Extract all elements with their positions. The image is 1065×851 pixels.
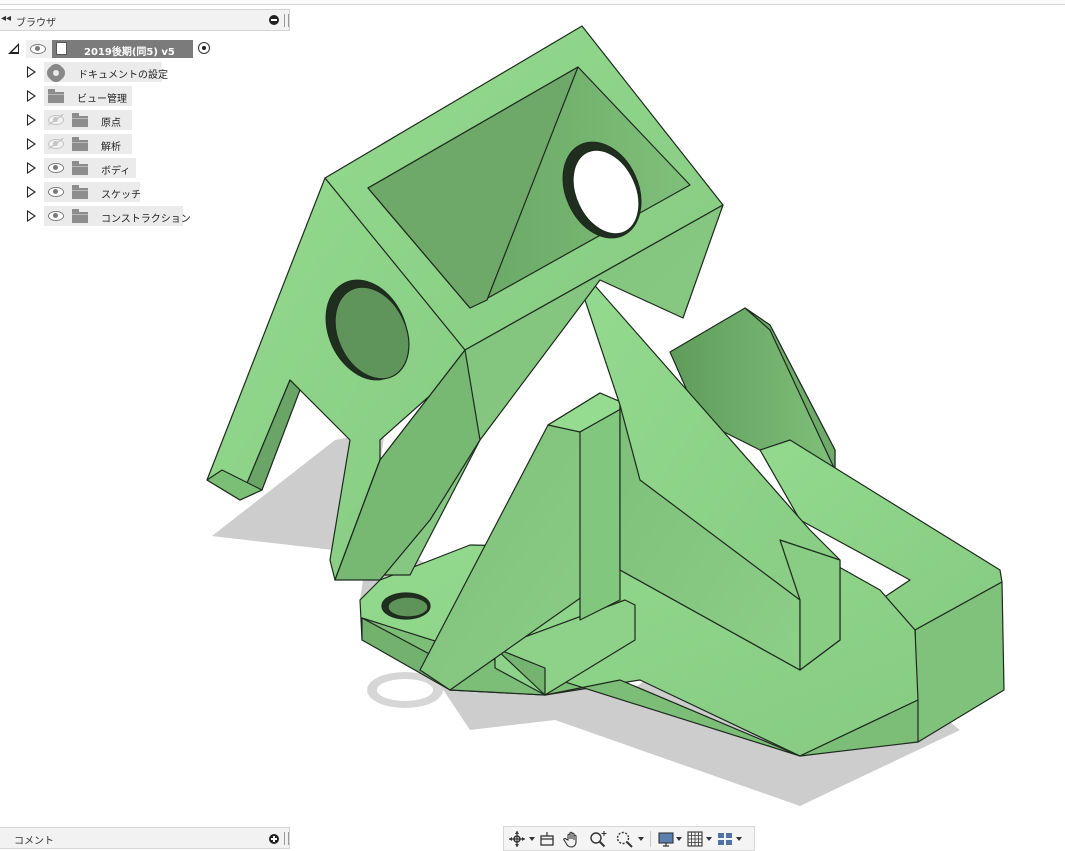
browser-title: ブラウザ [16,18,56,29]
browser-panel-header: ◂◂ ブラウザ [0,9,290,31]
tree-item-label: ビュー管理 [77,94,127,105]
fit-icon[interactable] [615,830,633,848]
eye-icon[interactable] [48,211,64,221]
panel-grip-icon[interactable] [284,14,289,27]
chevron-down-icon[interactable] [736,837,742,841]
expand-icon[interactable] [27,114,36,126]
add-comment-icon[interactable] [269,834,279,844]
ground-shadow [212,430,960,806]
expand-icon[interactable] [27,90,36,102]
activate-radio-icon[interactable] [198,42,210,54]
tree-item-label: 解析 [101,142,121,153]
minimize-icon[interactable] [269,15,279,25]
component-icon [56,42,67,55]
tree-item-label: ボディ [101,166,131,177]
root-component-label: 2019後期(同5) v5 [84,47,175,58]
gear-icon [49,66,63,80]
viewports-icon[interactable] [716,830,734,848]
eye-icon[interactable] [30,44,46,54]
chevron-down-icon[interactable] [529,837,535,841]
folder-icon [72,185,88,199]
folder-icon [72,209,88,223]
look-at-icon[interactable] [538,830,556,848]
top-border [0,0,1065,5]
comments-title: コメント [14,836,54,847]
expand-icon[interactable] [27,210,36,222]
chevron-down-icon[interactable] [706,837,712,841]
eye-icon[interactable] [48,187,64,197]
folder-icon [72,137,88,151]
tree-item-label: スケッチ [101,190,141,201]
eye-hidden-icon[interactable] [48,139,64,149]
expand-icon[interactable] [27,138,36,150]
zoom-icon[interactable] [589,830,607,848]
expand-icon[interactable] [27,66,36,78]
navigation-toolbar [503,826,755,851]
panel-grip-icon[interactable] [284,832,289,845]
root-collapse-icon[interactable] [8,43,19,54]
chevron-down-icon[interactable] [638,837,644,841]
chevron-down-icon[interactable] [676,837,682,841]
folder-icon [72,113,88,127]
comments-panel-header: コメント [0,827,290,849]
folder-icon [48,89,64,103]
tree-item-label: コンストラクション [101,214,191,225]
folder-icon [72,161,88,175]
tree-item-label: ドキュメントの設定 [78,70,168,81]
orbit-icon[interactable] [508,830,526,848]
grid-settings-icon[interactable] [686,830,704,848]
eye-icon[interactable] [48,163,64,173]
model-viewport[interactable] [0,0,1065,851]
tree-item-label: 原点 [101,118,121,129]
root-visibility[interactable] [26,40,52,58]
pan-icon[interactable] [563,830,581,848]
eye-hidden-icon[interactable] [48,115,64,125]
display-settings-icon[interactable] [657,830,675,848]
expand-icon[interactable] [27,162,36,174]
expand-icon[interactable] [27,186,36,198]
collapse-panel-icon[interactable]: ◂◂ [1,13,11,24]
